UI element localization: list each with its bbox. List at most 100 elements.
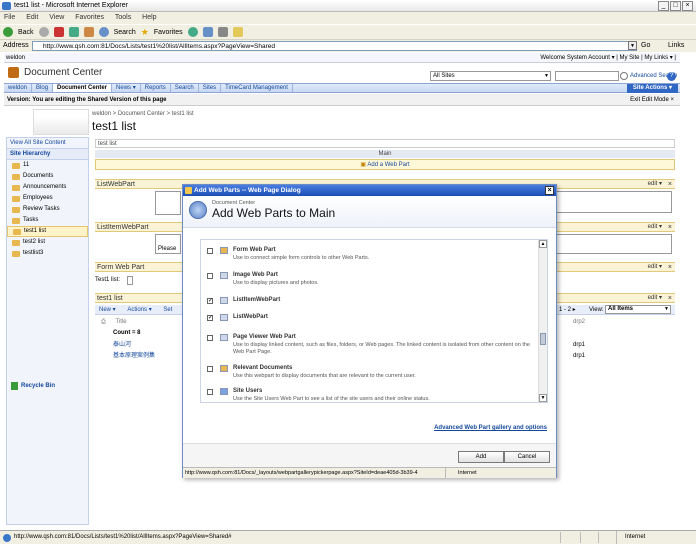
column-drp2[interactable]: drp2: [573, 317, 585, 327]
edit-menu-button[interactable]: edit ▾: [648, 223, 662, 232]
menu-favorites[interactable]: Favorites: [75, 14, 104, 21]
ql-item[interactable]: test2 list: [7, 237, 88, 248]
address-dropdown-icon[interactable]: ▼: [628, 41, 637, 50]
web-part-checkbox[interactable]: ✓: [207, 315, 213, 321]
row-title[interactable]: 基本原理案例集: [113, 353, 155, 359]
folder-icon: [12, 162, 20, 169]
dialog-header: Document Center Add Web Parts to Main: [183, 196, 556, 228]
new-menu-button[interactable]: New ▾: [99, 307, 116, 313]
scroll-thumb[interactable]: [540, 333, 546, 345]
maximize-button[interactable]: □: [670, 1, 681, 11]
edit-menu-button[interactable]: edit ▾: [648, 294, 662, 303]
favorites-button[interactable]: Favorites: [154, 29, 183, 36]
ql-item-selected[interactable]: test1 list: [7, 226, 88, 237]
stop-icon[interactable]: [53, 27, 64, 37]
edit-menu-button[interactable]: edit ▾: [648, 180, 662, 189]
view-all-site-content-link[interactable]: View All Site Content: [7, 138, 88, 148]
web-part-checkbox[interactable]: [207, 389, 213, 395]
web-part-list: Form Web Part Use to connect simple form…: [200, 239, 548, 403]
web-part-checkbox[interactable]: [207, 273, 213, 279]
nav-timecard[interactable]: TimeCard Management: [221, 84, 293, 92]
ql-item[interactable]: Employees: [7, 193, 88, 204]
close-window-button[interactable]: ×: [682, 1, 693, 11]
nav-weldon[interactable]: weldon: [4, 84, 33, 92]
search-button[interactable]: Search: [114, 29, 136, 36]
site-hierarchy-heading[interactable]: Site Hierarchy: [7, 148, 88, 160]
nav-sites[interactable]: Sites: [199, 84, 222, 92]
ql-item[interactable]: 11: [7, 160, 88, 171]
nav-document-center[interactable]: Document Center: [53, 84, 113, 92]
paging-control[interactable]: 1 - 2 ▸: [559, 305, 576, 315]
refresh-icon[interactable]: [68, 27, 79, 37]
edit-mode-bar: Version: You are editing the Shared Vers…: [4, 94, 680, 106]
ql-item[interactable]: Announcements: [7, 182, 88, 193]
forward-arrow-icon[interactable]: [38, 27, 49, 37]
form-input[interactable]: [127, 276, 133, 285]
row-title[interactable]: 泰山河: [113, 342, 131, 348]
favorites-star-icon[interactable]: ★: [141, 27, 149, 38]
back-button[interactable]: Back: [18, 29, 34, 36]
column-title[interactable]: Title: [115, 319, 126, 325]
close-webpart-button[interactable]: ×: [668, 294, 672, 303]
ql-item[interactable]: Tasks: [7, 215, 88, 226]
nav-search[interactable]: Search: [171, 84, 199, 92]
close-webpart-button[interactable]: ×: [668, 223, 672, 232]
edit-menu-button[interactable]: edit ▾: [648, 263, 662, 272]
menu-edit[interactable]: Edit: [26, 14, 38, 21]
view-select[interactable]: All Items ▼: [605, 305, 671, 314]
site-actions-button[interactable]: Site Actions ▾: [626, 84, 678, 93]
exit-edit-mode-link[interactable]: Exit Edit Mode ×: [630, 94, 674, 106]
close-webpart-button[interactable]: ×: [668, 180, 672, 189]
ql-item[interactable]: Review Tasks: [7, 204, 88, 215]
back-arrow-icon[interactable]: [3, 27, 13, 37]
go-button[interactable]: Go: [641, 41, 650, 51]
add-button[interactable]: Add: [458, 451, 504, 463]
address-input[interactable]: http://www.qsh.com:81/Docs/Lists/test1%2…: [32, 41, 637, 51]
cancel-button[interactable]: Cancel: [504, 451, 550, 463]
recycle-bin-link[interactable]: Recycle Bin: [11, 382, 55, 390]
dialog-close-button[interactable]: ×: [545, 186, 554, 195]
breadcrumb[interactable]: weldon > Document Center > test1 list: [92, 111, 194, 117]
menu-help[interactable]: Help: [142, 14, 156, 21]
web-part-checkbox[interactable]: [207, 335, 213, 341]
web-part-description: Use to connect simple form controls to o…: [233, 255, 370, 261]
nav-news[interactable]: News ▾: [112, 84, 141, 92]
nav-blog[interactable]: Blog: [32, 84, 54, 92]
web-part-checkbox[interactable]: [207, 248, 213, 254]
site-title[interactable]: Document Center: [24, 67, 102, 78]
links-button[interactable]: Links: [668, 41, 684, 51]
welcome-menu[interactable]: Welcome System Account ▾ | My Site | My …: [540, 53, 676, 63]
scroll-down-icon[interactable]: ▼: [539, 394, 547, 402]
scroll-up-icon[interactable]: ▲: [539, 240, 547, 248]
search-input[interactable]: [555, 71, 619, 81]
dialog-status-zone: Internet: [445, 468, 477, 478]
status-url: http://www.qsh.com:81/Docs/Lists/test1%2…: [14, 534, 232, 540]
search-scope-select[interactable]: All Sites ▼: [430, 71, 551, 81]
add-web-part-button[interactable]: ▣ Add a Web Part: [95, 159, 675, 170]
nav-reports[interactable]: Reports: [141, 84, 171, 92]
web-part-checkbox[interactable]: ✓: [207, 298, 213, 304]
top-site-link[interactable]: weldon: [6, 55, 25, 61]
mail-icon[interactable]: [202, 27, 213, 37]
ql-item[interactable]: Documents: [7, 171, 88, 182]
web-part-list-scrollbar[interactable]: ▲ ▼: [538, 240, 547, 402]
advanced-gallery-link[interactable]: Advanced Web Part gallery and options: [434, 425, 547, 431]
menu-file[interactable]: File: [4, 14, 15, 21]
search-go-icon[interactable]: [620, 72, 628, 80]
help-icon[interactable]: ?: [667, 72, 676, 81]
ie-icon: [2, 2, 11, 10]
search-icon[interactable]: [98, 27, 109, 37]
menu-tools[interactable]: Tools: [115, 14, 131, 21]
row-drp2: drp1: [573, 353, 586, 359]
print-icon[interactable]: [217, 27, 228, 37]
ql-item[interactable]: testlist3: [7, 248, 88, 259]
settings-menu-button[interactable]: Set: [163, 307, 172, 313]
folder-icon[interactable]: [232, 27, 243, 37]
minimize-button[interactable]: _: [658, 1, 669, 11]
close-webpart-button[interactable]: ×: [668, 263, 672, 272]
menu-view[interactable]: View: [49, 14, 64, 21]
history-icon[interactable]: [187, 27, 198, 37]
home-icon[interactable]: [83, 27, 94, 37]
actions-menu-button[interactable]: Actions ▾: [127, 307, 151, 313]
web-part-checkbox[interactable]: [207, 366, 213, 372]
